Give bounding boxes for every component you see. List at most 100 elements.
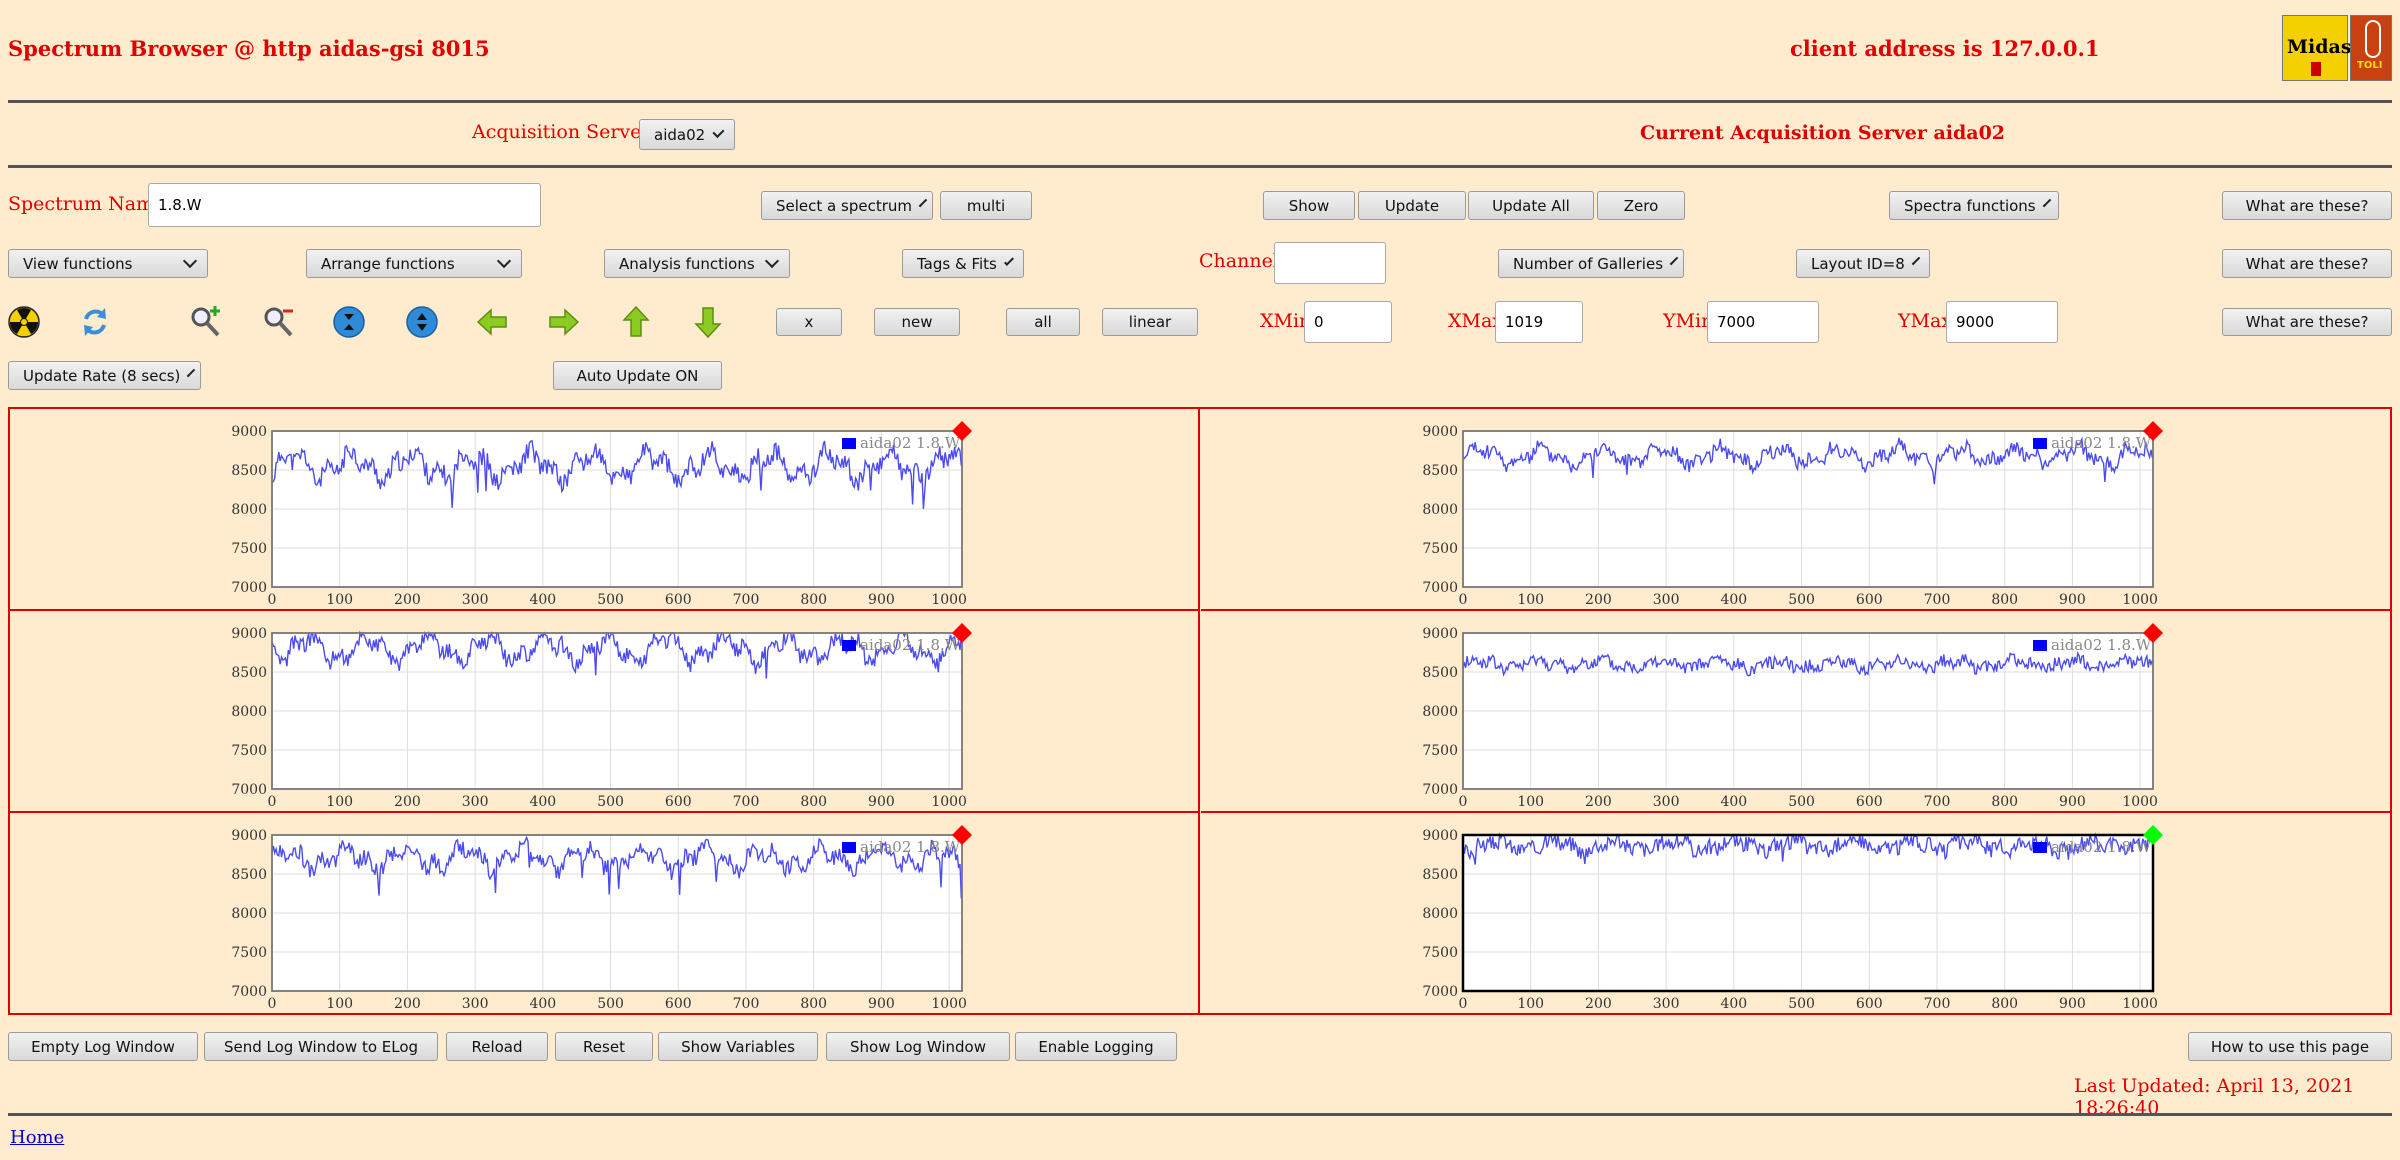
select-spectrum-dropdown[interactable]: Select a spectrum [761, 191, 933, 220]
arrow-left-icon[interactable] [475, 305, 509, 339]
x-tick-label: 500 [1788, 592, 1815, 608]
number-of-galleries-dropdown[interactable]: Number of Galleries [1498, 249, 1684, 278]
x-tick-label: 300 [1653, 794, 1680, 810]
reload-button[interactable]: Reload [446, 1032, 548, 1061]
channel-input[interactable] [1274, 242, 1386, 284]
shrink-vertical-icon[interactable] [405, 305, 439, 339]
analysis-functions-dropdown[interactable]: Analysis functions [604, 249, 790, 278]
spectrum-panel[interactable]: 0 100 200 300 400 500 600 700 800 900 1000 9000 8500… [1201, 611, 2391, 813]
show-variables-button[interactable]: Show Variables [658, 1032, 818, 1061]
x-tick-label: 200 [1585, 794, 1612, 810]
x-tick-label: 500 [597, 592, 624, 608]
spectrum-panel[interactable]: 0 100 200 300 400 500 600 700 800 900 1000 9000 8500… [10, 409, 1200, 611]
what-are-these-button[interactable]: What are these? [2222, 191, 2392, 220]
x-tick-label: 800 [1991, 794, 2018, 810]
y-tick-label: 7500 [231, 743, 267, 759]
chevron-down-icon [1003, 255, 1014, 267]
acquisition-servers-label: Acquisition Servers [472, 121, 661, 143]
x-tick-label: 900 [2059, 794, 2086, 810]
arrow-down-icon[interactable] [691, 305, 725, 339]
y-tick-label: 7000 [1422, 580, 1458, 596]
spectrum-panel[interactable]: 0 100 200 300 400 500 600 700 800 900 1000 9000 8500… [10, 611, 1200, 813]
spectrum-chart: 0 100 200 300 400 500 600 700 800 900 1000 9000 8500… [231, 623, 972, 810]
select-spectrum-label: Select a spectrum [776, 196, 912, 215]
what-are-these-button-3[interactable]: What are these? [2222, 308, 2392, 336]
what-are-these-button-2[interactable]: What are these? [2222, 249, 2392, 278]
xmax-input[interactable]: 1019 [1495, 301, 1583, 343]
spectrum-panel[interactable]: 0 100 200 300 400 500 600 700 800 900 1000 9000 8500… [1201, 409, 2391, 611]
arrange-functions-dropdown[interactable]: Arrange functions [306, 249, 522, 278]
x-tick-label: 100 [1517, 996, 1544, 1012]
y-tick-label: 9000 [1422, 626, 1458, 642]
update-rate-dropdown[interactable]: Update Rate (8 secs) [8, 361, 201, 390]
x-tick-label: 600 [1856, 996, 1883, 1012]
empty-log-window-button[interactable]: Empty Log Window [8, 1032, 198, 1061]
tags-fits-dropdown[interactable]: Tags & Fits [902, 249, 1024, 278]
home-link[interactable]: Home [10, 1127, 64, 1148]
page-title: Spectrum Browser @ http aidas-gsi 8015 [8, 36, 490, 61]
acquisition-server-value: aida02 [654, 125, 706, 144]
chevron-down-icon [918, 198, 928, 208]
acquisition-server-select[interactable]: aida02 [639, 119, 735, 150]
x-tick-label: 100 [326, 996, 353, 1012]
legend-swatch [842, 438, 856, 449]
show-log-window-button[interactable]: Show Log Window [826, 1032, 1010, 1061]
y-tick-label: 8000 [231, 502, 267, 518]
radiation-icon[interactable] [7, 305, 41, 339]
y-tick-label: 8500 [231, 463, 267, 479]
y-tick-label: 7000 [1422, 782, 1458, 798]
reset-button[interactable]: Reset [555, 1032, 653, 1061]
x-tick-label: 400 [529, 592, 556, 608]
x-button[interactable]: x [776, 308, 842, 336]
x-tick-label: 900 [868, 996, 895, 1012]
legend-swatch [842, 640, 856, 651]
x-tick-label: 0 [1459, 996, 1468, 1012]
y-tick-label: 8000 [1422, 704, 1458, 720]
show-button[interactable]: Show [1263, 191, 1355, 220]
spectra-functions-dropdown[interactable]: Spectra functions [1889, 191, 2059, 220]
x-tick-label: 200 [1585, 996, 1612, 1012]
expand-vertical-icon[interactable] [332, 305, 366, 339]
x-tick-label: 700 [1924, 996, 1951, 1012]
y-tick-label: 9000 [231, 626, 267, 642]
zero-button[interactable]: Zero [1597, 191, 1685, 220]
new-button[interactable]: new [874, 308, 960, 336]
ymin-input[interactable]: 7000 [1707, 301, 1819, 343]
arrow-up-icon[interactable] [619, 305, 653, 339]
layout-id-dropdown[interactable]: Layout ID=8 [1796, 249, 1930, 278]
multi-button[interactable]: multi [940, 191, 1032, 220]
spectrum-panel[interactable]: 0 100 200 300 400 500 600 700 800 900 1000 9000 8500… [10, 813, 1200, 1015]
all-button[interactable]: all [1006, 308, 1080, 336]
how-to-use-button[interactable]: How to use this page [2188, 1032, 2392, 1061]
y-tick-label: 9000 [231, 424, 267, 440]
chevron-down-icon [496, 253, 512, 269]
spectrum-name-input[interactable]: 1.8.W [148, 183, 541, 227]
x-tick-label: 900 [868, 794, 895, 810]
y-tick-label: 8500 [1422, 867, 1458, 883]
x-tick-label: 1000 [2122, 794, 2158, 810]
y-tick-label: 9000 [1422, 424, 1458, 440]
spectrum-grid: 0 100 200 300 400 500 600 700 800 900 1000 9000 8500… [8, 407, 2392, 1015]
x-tick-label: 500 [597, 996, 624, 1012]
x-tick-label: 300 [1653, 996, 1680, 1012]
x-tick-label: 800 [1991, 996, 2018, 1012]
zoom-in-icon[interactable] [188, 305, 222, 339]
x-tick-label: 800 [800, 592, 827, 608]
auto-update-button[interactable]: Auto Update ON [553, 361, 722, 390]
send-log-to-elog-button[interactable]: Send Log Window to ELog [204, 1032, 438, 1061]
ymax-input[interactable]: 9000 [1946, 301, 2058, 343]
layout-id-label: Layout ID=8 [1811, 254, 1905, 273]
spectra-functions-label: Spectra functions [1904, 196, 2036, 215]
update-all-button[interactable]: Update All [1468, 191, 1594, 220]
xmin-input[interactable]: 0 [1304, 301, 1392, 343]
linear-button[interactable]: linear [1102, 308, 1198, 336]
x-tick-label: 600 [1856, 794, 1883, 810]
spectrum-panel[interactable]: 0 100 200 300 400 500 600 700 800 900 1000 9000 8500… [1201, 813, 2391, 1015]
view-functions-dropdown[interactable]: View functions [8, 249, 208, 278]
enable-logging-button[interactable]: Enable Logging [1015, 1032, 1177, 1061]
refresh-icon[interactable] [78, 305, 112, 339]
y-tick-label: 8500 [1422, 463, 1458, 479]
arrow-right-icon[interactable] [547, 305, 581, 339]
update-button[interactable]: Update [1358, 191, 1466, 220]
zoom-out-icon[interactable] [261, 305, 295, 339]
